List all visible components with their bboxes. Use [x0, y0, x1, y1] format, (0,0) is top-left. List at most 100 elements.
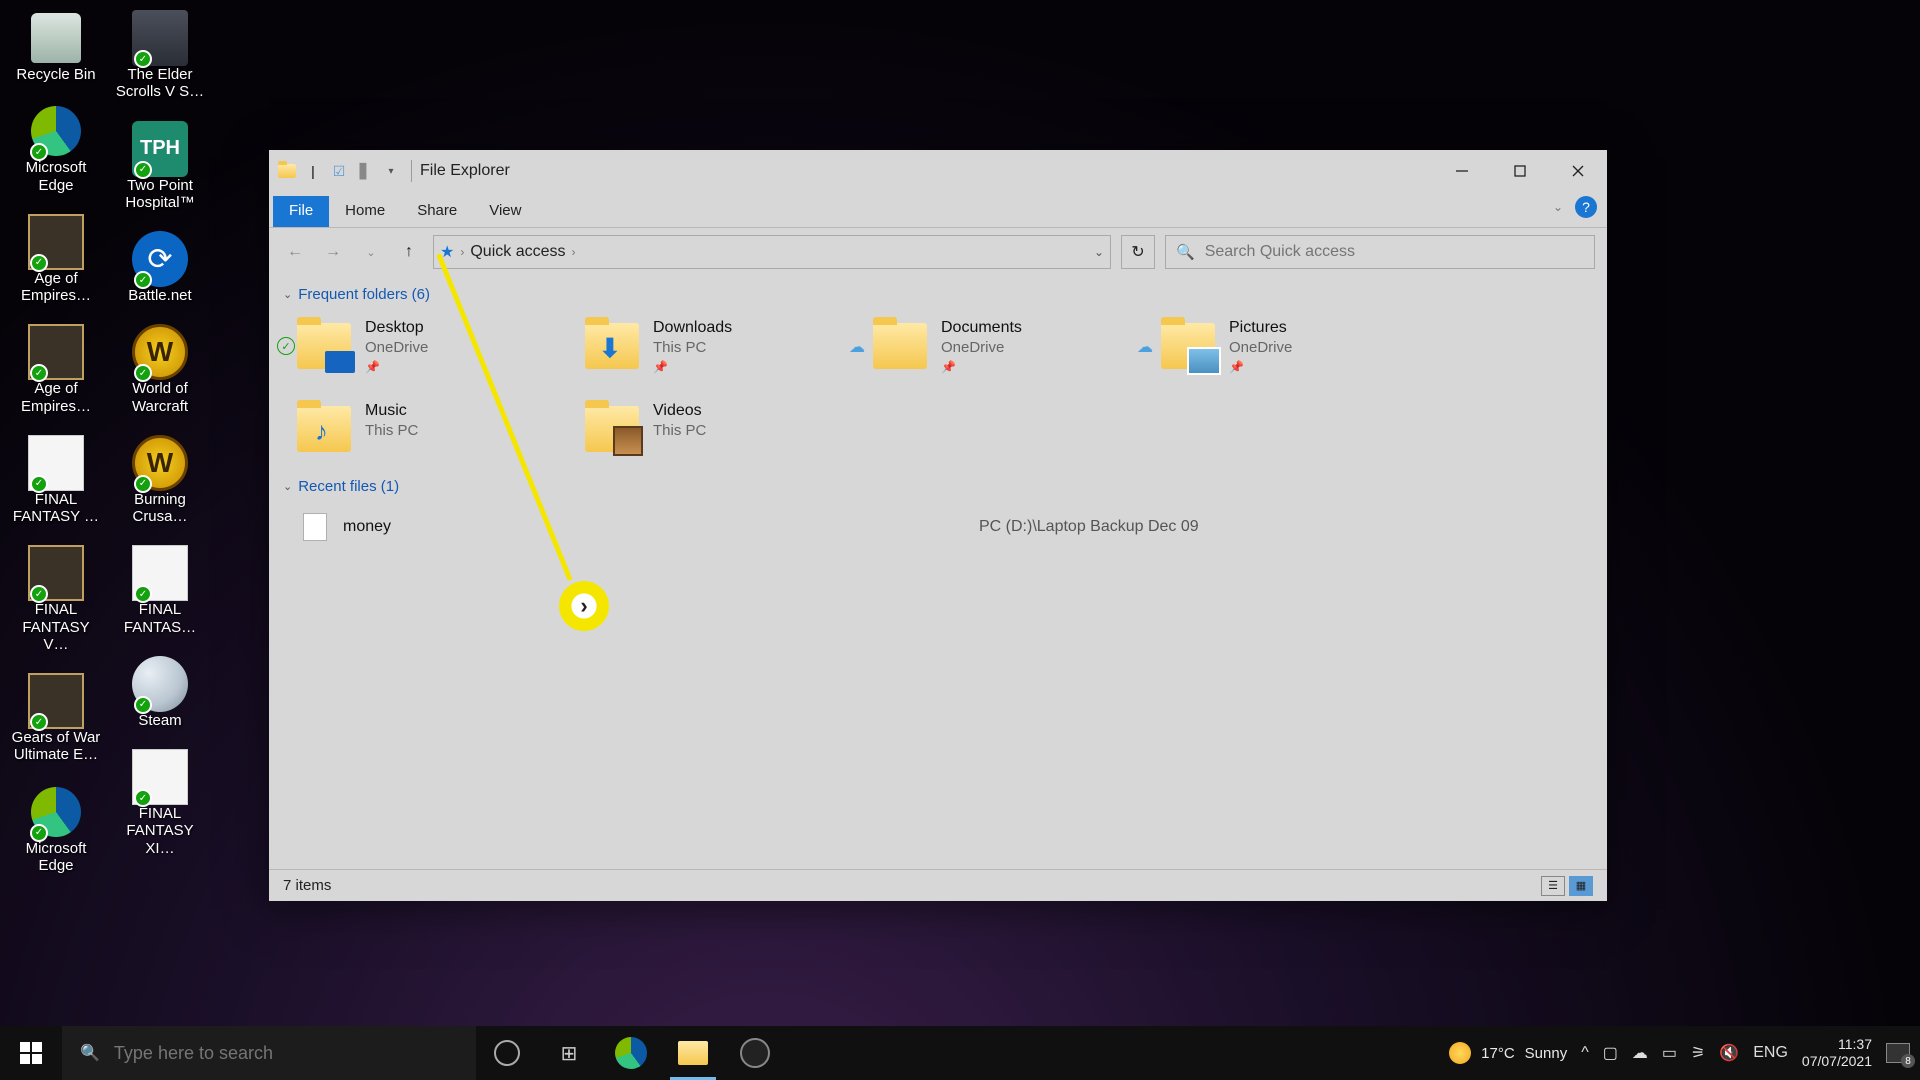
icon-label: FINAL FANTASY V…: [10, 601, 102, 653]
recent-locations-icon[interactable]: ⌄: [357, 238, 385, 266]
desktop-icon[interactable]: ✓Age of Empires…: [10, 324, 102, 415]
new-folder-icon[interactable]: ▋: [353, 159, 377, 183]
folder-icon: [275, 159, 299, 183]
search-icon: 🔍: [80, 1043, 100, 1063]
qat-sep: |: [301, 159, 325, 183]
taskbar: 🔍 ⊞ 17°C Sunny ^ ▢ ☁ ▭ ⚞ 🔇 ENG 11:37 07/…: [0, 1026, 1920, 1080]
app-icon: ✓: [132, 545, 188, 601]
folder-icon: [873, 323, 927, 369]
desktop-icon[interactable]: ✓FINAL FANTAS…: [114, 545, 206, 636]
frequent-folder-item[interactable]: DownloadsThis PC📌: [581, 315, 849, 378]
search-icon: 🔍: [1176, 243, 1195, 261]
address-dropdown-icon[interactable]: ⌄: [1094, 245, 1104, 259]
group-frequent-folders[interactable]: ⌄ Frequent folders (6): [283, 286, 1593, 303]
tab-file[interactable]: File: [273, 196, 329, 227]
properties-icon[interactable]: ☑: [327, 159, 351, 183]
minimize-button[interactable]: [1433, 150, 1491, 192]
desktop-icon[interactable]: W✓World of Warcraft: [114, 324, 206, 415]
tab-home[interactable]: Home: [329, 196, 401, 227]
windows-logo-icon: [20, 1042, 42, 1064]
frequent-folder-item[interactable]: ☁DocumentsOneDrive📌: [869, 315, 1137, 378]
tray-overflow-icon[interactable]: ^: [1581, 1044, 1589, 1062]
taskbar-search-input[interactable]: [114, 1043, 458, 1064]
battery-icon[interactable]: ▭: [1662, 1043, 1677, 1063]
icon-label: FINAL FANTAS…: [114, 601, 206, 636]
chevron-down-icon: ⌄: [283, 480, 292, 493]
desktop-icon[interactable]: ✓Gears of War Ultimate E…: [10, 673, 102, 764]
group-recent-files[interactable]: ⌄ Recent files (1): [283, 478, 1593, 495]
search-input[interactable]: [1205, 243, 1584, 261]
wifi-icon[interactable]: ⚞: [1691, 1043, 1705, 1063]
up-button[interactable]: ↑: [395, 238, 423, 266]
taskbar-app-xbox[interactable]: [724, 1026, 786, 1080]
folder-icon: [297, 323, 351, 369]
shortcut-badge-icon: ✓: [30, 713, 48, 731]
frequent-folder-item[interactable]: ✓DesktopOneDrive📌: [293, 315, 561, 378]
icon-label: The Elder Scrolls V S…: [114, 66, 206, 101]
clock[interactable]: 11:37 07/07/2021: [1802, 1036, 1872, 1070]
folder-location: OneDrive: [941, 339, 1022, 356]
maximize-button[interactable]: [1491, 150, 1549, 192]
app-icon: ✓: [132, 10, 188, 66]
chevron-right-icon[interactable]: ›: [460, 245, 464, 259]
desktop-icon[interactable]: ⟳✓Battle.net: [114, 231, 206, 304]
tiles-view-button[interactable]: ▦: [1569, 876, 1593, 896]
start-button[interactable]: [0, 1026, 62, 1080]
frequent-folder-item[interactable]: VideosThis PC: [581, 398, 849, 456]
tab-share[interactable]: Share: [401, 196, 473, 227]
task-view-button[interactable]: ⊞: [538, 1026, 600, 1080]
app-icon: W✓: [132, 324, 188, 380]
icon-label: Steam: [138, 712, 181, 729]
app-icon: ✓: [28, 784, 84, 840]
folder-icon: [1161, 323, 1215, 369]
desktop-icon[interactable]: W✓Burning Crusa…: [114, 435, 206, 526]
taskbar-search[interactable]: 🔍: [62, 1026, 476, 1080]
pin-icon: 📌: [1229, 360, 1292, 374]
chevron-right-icon[interactable]: ›: [571, 245, 575, 259]
desktop-icon[interactable]: ✓Steam: [114, 656, 206, 729]
shortcut-badge-icon: ✓: [134, 475, 152, 493]
tab-view[interactable]: View: [473, 196, 537, 227]
ribbon-expand-icon[interactable]: ⌄: [1553, 200, 1563, 214]
weather-widget[interactable]: 17°C Sunny: [1449, 1042, 1567, 1064]
taskbar-app-edge[interactable]: [600, 1026, 662, 1080]
back-button[interactable]: ←: [281, 238, 309, 266]
folder-location: This PC: [365, 422, 418, 439]
address-bar[interactable]: ★ › Quick access › ⌄: [433, 235, 1111, 269]
onedrive-icon[interactable]: ▢: [1603, 1043, 1618, 1063]
desktop-icon[interactable]: ✓Microsoft Edge: [10, 784, 102, 875]
cloud-icon[interactable]: ☁: [1632, 1043, 1648, 1063]
folder-name: Downloads: [653, 319, 732, 337]
recent-file-item[interactable]: money PC (D:)\Laptop Backup Dec 09: [293, 507, 1593, 547]
cortana-icon: [494, 1040, 520, 1066]
language-indicator[interactable]: ENG: [1753, 1044, 1788, 1062]
desktop-icon[interactable]: ✓Microsoft Edge: [10, 103, 102, 194]
app-icon: ✓: [28, 673, 84, 729]
frequent-folder-item[interactable]: MusicThis PC: [293, 398, 561, 456]
shortcut-badge-icon: ✓: [134, 364, 152, 382]
desktop-icon[interactable]: ✓FINAL FANTASY V…: [10, 545, 102, 653]
desktop-icon[interactable]: ✓FINAL FANTASY …: [10, 435, 102, 526]
action-center-button[interactable]: 8: [1886, 1043, 1910, 1063]
breadcrumb-location[interactable]: Quick access: [470, 243, 565, 261]
details-view-button[interactable]: ☰: [1541, 876, 1565, 896]
navigation-bar: ← → ⌄ ↑ ★ › Quick access › ⌄ ↻ 🔍: [269, 228, 1607, 276]
refresh-button[interactable]: ↻: [1121, 235, 1155, 269]
search-box[interactable]: 🔍: [1165, 235, 1595, 269]
help-button[interactable]: ?: [1575, 196, 1597, 218]
close-button[interactable]: [1549, 150, 1607, 192]
titlebar[interactable]: | ☑ ▋ ▾ File Explorer: [269, 150, 1607, 192]
forward-button[interactable]: →: [319, 238, 347, 266]
desktop-icon[interactable]: ✓Age of Empires…: [10, 214, 102, 305]
desktop-icon[interactable]: Recycle Bin: [10, 10, 102, 83]
qat-dropdown-icon[interactable]: ▾: [379, 159, 403, 183]
taskbar-app-file-explorer[interactable]: [662, 1026, 724, 1080]
volume-icon[interactable]: 🔇: [1719, 1043, 1739, 1063]
icon-label: World of Warcraft: [114, 380, 206, 415]
desktop-icon[interactable]: TPH✓Two Point Hospital™: [114, 121, 206, 212]
desktop-icon[interactable]: ✓The Elder Scrolls V S…: [114, 10, 206, 101]
shortcut-badge-icon: ✓: [30, 475, 48, 493]
desktop-icon[interactable]: ✓FINAL FANTASY XI…: [114, 749, 206, 857]
frequent-folder-item[interactable]: ☁PicturesOneDrive📌: [1157, 315, 1425, 378]
cortana-button[interactable]: [476, 1026, 538, 1080]
